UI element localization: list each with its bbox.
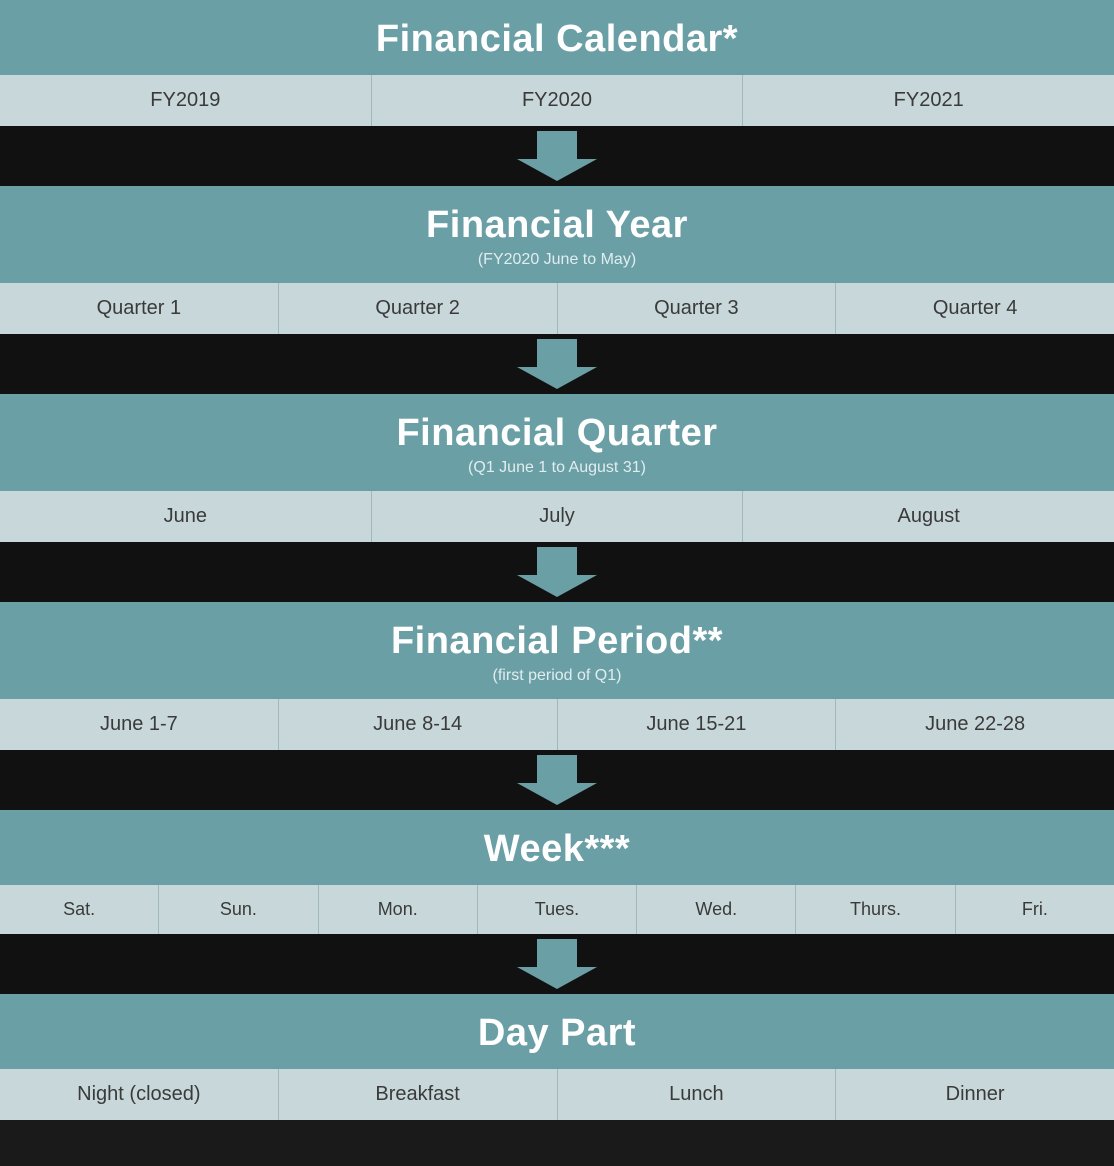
financial-quarter-title: Financial Quarter bbox=[0, 412, 1114, 455]
quarter-3-cell: Quarter 3 bbox=[558, 283, 837, 334]
thurs-cell: Thurs. bbox=[796, 885, 955, 934]
wed-cell: Wed. bbox=[637, 885, 796, 934]
quarter-2-cell: Quarter 2 bbox=[279, 283, 558, 334]
breakfast-cell: Breakfast bbox=[279, 1069, 558, 1120]
arrow-2 bbox=[0, 334, 1114, 394]
arrow-5 bbox=[0, 934, 1114, 994]
day-parts-row: Night (closed) Breakfast Lunch Dinner bbox=[0, 1069, 1114, 1120]
fy2019-cell: FY2019 bbox=[0, 75, 372, 126]
period-june-1-7-cell: June 1-7 bbox=[0, 699, 279, 750]
arrow-5-icon bbox=[517, 939, 597, 989]
months-row: June July August bbox=[0, 491, 1114, 542]
sun-cell: Sun. bbox=[159, 885, 318, 934]
mon-cell: Mon. bbox=[319, 885, 478, 934]
arrow-4 bbox=[0, 750, 1114, 810]
financial-period-subtitle: (first period of Q1) bbox=[0, 667, 1114, 685]
night-cell: Night (closed) bbox=[0, 1069, 279, 1120]
quarter-4-cell: Quarter 4 bbox=[836, 283, 1114, 334]
fy-row: FY2019 FY2020 FY2021 bbox=[0, 75, 1114, 126]
week-header: Week*** bbox=[0, 810, 1114, 885]
periods-row: June 1-7 June 8-14 June 15-21 June 22-28 bbox=[0, 699, 1114, 750]
period-june-22-28-cell: June 22-28 bbox=[836, 699, 1114, 750]
arrow-3-icon bbox=[517, 547, 597, 597]
period-june-8-14-cell: June 8-14 bbox=[279, 699, 558, 750]
financial-period-title: Financial Period** bbox=[0, 620, 1114, 663]
main-header: Financial Calendar* bbox=[0, 0, 1114, 75]
quarter-1-cell: Quarter 1 bbox=[0, 283, 279, 334]
financial-year-subtitle: (FY2020 June to May) bbox=[0, 251, 1114, 269]
financial-quarter-header: Financial Quarter (Q1 June 1 to August 3… bbox=[0, 394, 1114, 491]
main-title: Financial Calendar* bbox=[0, 18, 1114, 61]
financial-year-header: Financial Year (FY2020 June to May) bbox=[0, 186, 1114, 283]
june-cell: June bbox=[0, 491, 372, 542]
arrow-3 bbox=[0, 542, 1114, 602]
week-title: Week*** bbox=[0, 828, 1114, 871]
arrow-1 bbox=[0, 126, 1114, 186]
arrow-4-icon bbox=[517, 755, 597, 805]
arrow-1-icon bbox=[517, 131, 597, 181]
financial-year-title: Financial Year bbox=[0, 204, 1114, 247]
fy2021-cell: FY2021 bbox=[743, 75, 1114, 126]
dinner-cell: Dinner bbox=[836, 1069, 1114, 1120]
fri-cell: Fri. bbox=[956, 885, 1114, 934]
period-june-15-21-cell: June 15-21 bbox=[558, 699, 837, 750]
day-part-header: Day Part bbox=[0, 994, 1114, 1069]
financial-quarter-subtitle: (Q1 June 1 to August 31) bbox=[0, 459, 1114, 477]
august-cell: August bbox=[743, 491, 1114, 542]
lunch-cell: Lunch bbox=[558, 1069, 837, 1120]
financial-calendar-diagram: Financial Calendar* FY2019 FY2020 FY2021… bbox=[0, 0, 1114, 1120]
fy2020-cell: FY2020 bbox=[372, 75, 744, 126]
arrow-2-icon bbox=[517, 339, 597, 389]
sat-cell: Sat. bbox=[0, 885, 159, 934]
july-cell: July bbox=[372, 491, 744, 542]
financial-period-header: Financial Period** (first period of Q1) bbox=[0, 602, 1114, 699]
tues-cell: Tues. bbox=[478, 885, 637, 934]
days-row: Sat. Sun. Mon. Tues. Wed. Thurs. Fri. bbox=[0, 885, 1114, 934]
day-part-title: Day Part bbox=[0, 1012, 1114, 1055]
quarters-row: Quarter 1 Quarter 2 Quarter 3 Quarter 4 bbox=[0, 283, 1114, 334]
